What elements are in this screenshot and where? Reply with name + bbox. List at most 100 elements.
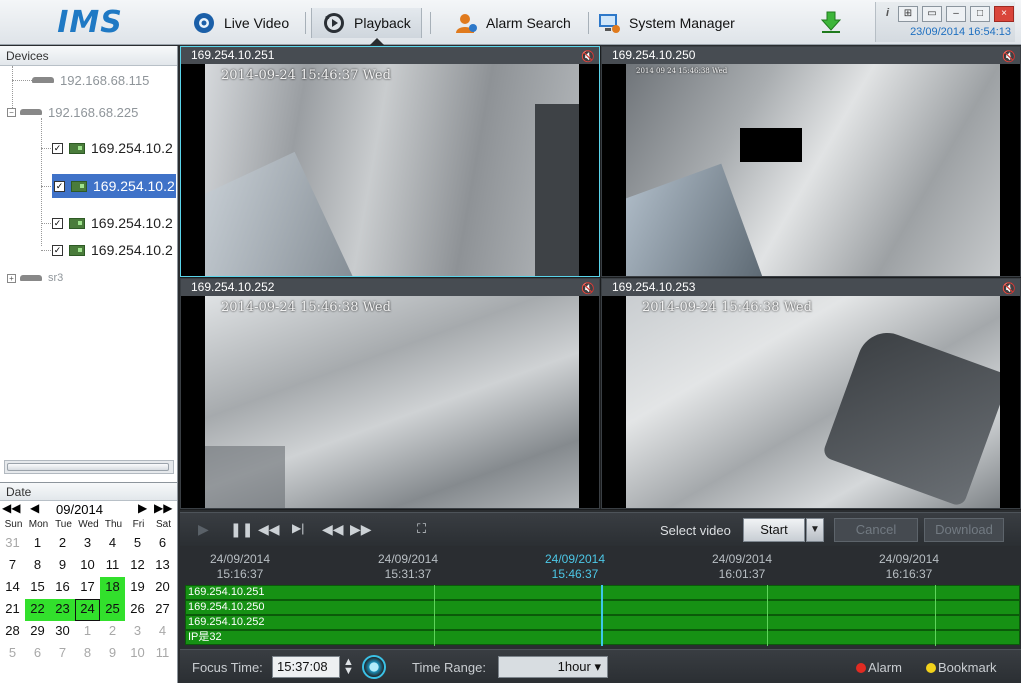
calendar-day[interactable]: 31 xyxy=(0,533,25,555)
download-button[interactable]: Download xyxy=(924,518,1004,542)
calendar-day[interactable]: 9 xyxy=(50,555,75,577)
calendar-day[interactable]: 12 xyxy=(125,555,150,577)
calendar-day[interactable]: 1 xyxy=(75,621,100,643)
speaker-icon[interactable]: 🔇 xyxy=(581,49,595,66)
video-osd-timestamp: 2014-09-24 15:46:38 Wed xyxy=(221,300,391,315)
tree-node-camera[interactable]: ✓ 169.254.10.2 xyxy=(52,238,173,262)
focus-time-spinner-icon[interactable]: ▲ ▼ xyxy=(343,657,354,677)
calendar-day[interactable]: 4 xyxy=(150,621,175,643)
info-icon[interactable]: i xyxy=(886,7,889,19)
camera-checkbox[interactable]: ✓ xyxy=(52,244,63,256)
calendar-day[interactable]: 25 xyxy=(100,599,125,621)
calendar-day[interactable]: 18 xyxy=(100,577,125,599)
nav-live-video[interactable]: Live Video xyxy=(192,8,289,38)
speaker-icon[interactable]: 🔇 xyxy=(1002,49,1016,66)
calendar-day[interactable]: 11 xyxy=(150,643,175,665)
prev-month-icon[interactable]: ◀ xyxy=(30,501,39,515)
rewind-icon[interactable]: ◀◀ xyxy=(322,521,344,538)
video-tile[interactable]: 169.254.10.253 🔇 2014-09-24 15:46:38 Wed xyxy=(601,278,1021,509)
calendar-day[interactable]: 22 xyxy=(25,599,50,621)
start-button[interactable]: Start xyxy=(743,518,805,542)
sync-button-icon[interactable] xyxy=(362,655,386,679)
step-forward-icon[interactable]: ▶| xyxy=(292,521,304,535)
fast-forward-icon[interactable]: ▶▶ xyxy=(350,521,372,538)
calendar-day[interactable]: 4 xyxy=(100,533,125,555)
timeline[interactable]: 24/09/2014 15:16:37 24/09/2014 15:31:37 24/0… xyxy=(180,547,1021,648)
collapse-icon[interactable]: − xyxy=(7,107,16,117)
calendar-day[interactable]: 19 xyxy=(125,577,150,599)
calendar-day[interactable]: 9 xyxy=(100,643,125,665)
minimize-icon[interactable]: – xyxy=(946,6,966,22)
calendar-day[interactable]: 27 xyxy=(150,599,175,621)
timeline-tick-label: 24/09/2014 15:46:37 xyxy=(544,552,606,581)
calendar-day[interactable]: 29 xyxy=(25,621,50,643)
fullscreen-icon[interactable]: ⛶ xyxy=(417,521,426,537)
layout-icon[interactable]: ⊞ xyxy=(898,6,918,22)
camera-checkbox[interactable]: ✓ xyxy=(54,180,65,192)
calendar-day[interactable]: 1 xyxy=(25,533,50,555)
download-arrow-icon[interactable] xyxy=(820,10,842,34)
calendar-day[interactable]: 13 xyxy=(150,555,175,577)
nav-alarm-search[interactable]: Alarm Search xyxy=(454,8,571,38)
calendar-day[interactable]: 17 xyxy=(75,577,100,599)
calendar-day[interactable]: 16 xyxy=(50,577,75,599)
next-year-icon[interactable]: ▶▶ xyxy=(154,501,172,515)
expand-icon[interactable]: + xyxy=(7,273,16,283)
speaker-icon[interactable]: 🔇 xyxy=(1002,281,1016,298)
nav-system-manager[interactable]: System Manager xyxy=(597,8,735,38)
camera-checkbox[interactable]: ✓ xyxy=(52,142,63,154)
next-month-icon[interactable]: ▶ xyxy=(138,501,147,515)
time-range-select[interactable]: 1hour ▾ xyxy=(498,656,608,678)
maximize-icon[interactable]: □ xyxy=(970,6,990,22)
calendar-day[interactable]: 14 xyxy=(0,577,25,599)
video-tile[interactable]: 169.254.10.252 🔇 2014-09-24 15:46:38 Wed xyxy=(180,278,600,509)
calendar-day[interactable]: 8 xyxy=(75,643,100,665)
calendar-day[interactable]: 5 xyxy=(0,643,25,665)
tree-horizontal-scrollbar[interactable] xyxy=(4,460,174,474)
video-tile[interactable]: 169.254.10.250 🔇 2014 09 24 15:46:38 Wed xyxy=(601,46,1021,277)
calendar-day[interactable]: 10 xyxy=(75,555,100,577)
calendar-day[interactable]: 3 xyxy=(125,621,150,643)
calendar-day[interactable]: 26 xyxy=(125,599,150,621)
calendar-day[interactable]: 6 xyxy=(150,533,175,555)
calendar-day[interactable]: 10 xyxy=(125,643,150,665)
scrollbar-thumb[interactable] xyxy=(7,463,169,471)
timeline-cursor[interactable] xyxy=(601,585,603,646)
calendar-day[interactable]: 7 xyxy=(50,643,75,665)
calendar-day[interactable]: 20 xyxy=(150,577,175,599)
calendar-day[interactable]: 2 xyxy=(50,533,75,555)
calendar-day[interactable]: 3 xyxy=(75,533,100,555)
tree-node-camera[interactable]: ✓ 169.254.10.2 xyxy=(52,136,173,160)
calendar-day[interactable]: 30 xyxy=(50,621,75,643)
speaker-icon[interactable]: 🔇 xyxy=(581,281,595,298)
tree-node-camera[interactable]: ✓ 169.254.10.2 xyxy=(52,211,173,235)
camera-checkbox[interactable]: ✓ xyxy=(52,217,63,229)
slow-reverse-icon[interactable]: ◀◀ xyxy=(258,521,280,538)
tree-node-device[interactable]: 192.168.68.115 xyxy=(32,68,149,92)
play-icon[interactable]: ▶ xyxy=(198,521,209,538)
calendar-day[interactable]: 2 xyxy=(100,621,125,643)
tree-node-device[interactable]: + sr3 xyxy=(7,266,63,290)
calendar-day[interactable]: 8 xyxy=(25,555,50,577)
tree-node-camera-selected[interactable]: ✓ 169.254.10.2 xyxy=(52,174,176,198)
calendar-day[interactable]: 28 xyxy=(0,621,25,643)
video-tile-title: 169.254.10.250 xyxy=(612,48,696,62)
calendar-day[interactable]: 24 xyxy=(75,599,100,621)
tree-node-device[interactable]: −192.168.68.225 xyxy=(7,100,138,124)
focus-time-input[interactable]: 15:37:08 xyxy=(272,656,340,678)
calendar-day[interactable]: 5 xyxy=(125,533,150,555)
calendar-day[interactable]: 6 xyxy=(25,643,50,665)
video-tile[interactable]: 169.254.10.251 🔇 2014-09-24 15:46:37 Wed xyxy=(180,46,600,277)
cancel-button[interactable]: Cancel xyxy=(834,518,918,542)
calendar-day[interactable]: 21 xyxy=(0,599,25,621)
calendar-day[interactable]: 7 xyxy=(0,555,25,577)
start-dropdown-icon[interactable]: ▼ xyxy=(806,518,824,542)
calendar-day[interactable]: 11 xyxy=(100,555,125,577)
close-icon[interactable]: × xyxy=(994,6,1014,22)
restore-icon[interactable]: ▭ xyxy=(922,6,942,22)
prev-year-icon[interactable]: ◀◀ xyxy=(2,501,20,515)
nav-playback[interactable]: Playback xyxy=(311,8,422,38)
pause-icon[interactable]: ❚❚ xyxy=(230,521,253,538)
calendar-day[interactable]: 15 xyxy=(25,577,50,599)
calendar-day[interactable]: 23 xyxy=(50,599,75,621)
